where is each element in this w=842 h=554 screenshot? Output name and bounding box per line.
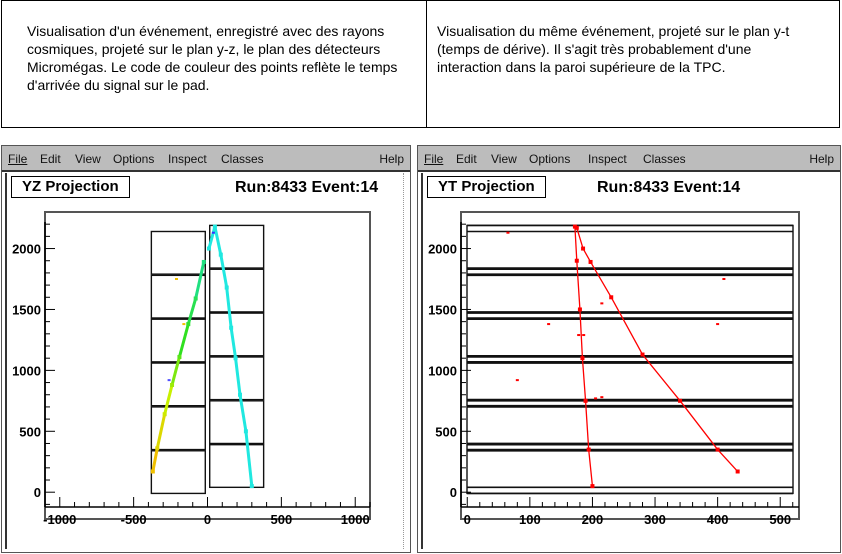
track-hit [206, 246, 211, 251]
menu-inspect[interactable]: Inspect [588, 152, 627, 166]
y-tick-label: 1500 [428, 302, 457, 317]
isolated-hit [167, 379, 171, 382]
isolated-hit [211, 231, 215, 234]
track-hit [155, 446, 160, 451]
track-hit [233, 356, 238, 361]
track-hit [580, 356, 585, 361]
x-tick-label: -500 [121, 512, 147, 527]
y-tick-label: 500 [19, 424, 41, 439]
track-hit [581, 246, 586, 251]
isolated-hit [716, 323, 720, 326]
track-hit [588, 259, 593, 264]
caption-yt: Visualisation du même événement, projeté… [437, 23, 790, 75]
menu-help[interactable]: Help [379, 152, 404, 166]
track-hit [715, 447, 720, 452]
isolated-hit [174, 278, 178, 281]
y-tick-label: 1000 [12, 363, 41, 378]
run-label-yt: Run:8433 Event:14 [597, 179, 741, 196]
y-tick-label: 1500 [12, 302, 41, 317]
track-hit [193, 296, 198, 301]
isolated-hit [515, 379, 519, 382]
caption-divider [426, 0, 427, 128]
menu-file-label: File [8, 152, 28, 166]
y-tick-label: 1000 [428, 363, 457, 378]
x-tick-label: 400 [707, 512, 729, 527]
menu-help[interactable]: Help [809, 152, 834, 166]
track-hit [212, 224, 217, 229]
isolated-hit [182, 323, 186, 326]
run-label-yz: Run:8433 Event:14 [235, 179, 379, 196]
track-hit [238, 392, 242, 397]
plot-canvas-yz[interactable]: 0 500 1000 1500 2000 -1000 -500 0 500 1000 YZ Pro… [5, 173, 407, 549]
x-tick-label: 300 [644, 512, 666, 527]
isolated-hit [577, 334, 581, 337]
track-hit [243, 429, 248, 434]
plot-frame [44, 211, 371, 520]
x-tick-label: 500 [271, 512, 293, 527]
menu-options[interactable]: Options [113, 152, 154, 166]
track-hit [218, 252, 223, 257]
menubar: File Edit View Options Inspect Classes H… [418, 146, 840, 172]
track-hit [574, 258, 579, 263]
track-hit [735, 469, 740, 474]
caption-yz: Visualisation d'un événement, enregistré… [27, 23, 398, 93]
isolated-hit [594, 397, 598, 400]
x-tick-label: 1000 [341, 512, 370, 527]
menu-classes[interactable]: Classes [221, 152, 264, 166]
track-hit [162, 412, 167, 417]
yz-plot: 0 500 1000 1500 2000 -1000 -500 0 500 1000 [12, 211, 371, 527]
menu-file[interactable]: File [424, 152, 443, 166]
track-hit [177, 354, 182, 359]
y-tick-label: 0 [34, 485, 41, 500]
menu-edit[interactable]: Edit [40, 152, 61, 166]
y-tick-label: 2000 [428, 242, 457, 257]
track-hit [229, 325, 234, 330]
y-tick-label: 500 [435, 424, 457, 439]
y-tick-label: 2000 [12, 242, 41, 257]
track-hit [586, 447, 591, 452]
menu-view[interactable]: View [75, 152, 101, 166]
track-hit [640, 352, 645, 357]
x-tick-label: 0 [204, 512, 211, 527]
menu-inspect[interactable]: Inspect [168, 152, 207, 166]
isolated-hit [600, 396, 604, 399]
plot-canvas-yt[interactable]: 0 500 1000 1500 2000 0 100 200 300 400 500 YT Proj… [421, 173, 837, 549]
menubar: File Edit View Options Inspect Classes H… [2, 146, 410, 172]
track-hit [609, 295, 614, 300]
menu-view[interactable]: View [491, 152, 517, 166]
x-tick-label: -1000 [43, 512, 76, 527]
menu-edit[interactable]: Edit [456, 152, 477, 166]
canvas-window-yz: File Edit View Options Inspect Classes H… [1, 145, 411, 553]
x-tick-label: 0 [464, 512, 471, 527]
canvas-window-yt: File Edit View Options Inspect Classes H… [417, 145, 841, 553]
plot-title-yz: YZ Projection [11, 176, 130, 198]
track-hit [170, 382, 175, 387]
isolated-hit [722, 278, 726, 281]
menu-file-label: File [424, 152, 444, 166]
track-hit [186, 322, 191, 327]
isolated-hit [582, 334, 586, 337]
track-hit [150, 469, 155, 474]
track-hit [201, 259, 206, 264]
track-hit [249, 484, 254, 489]
isolated-hit [547, 323, 551, 326]
isolated-hit [600, 302, 604, 305]
x-tick-label: 500 [769, 512, 791, 527]
track-hit [224, 285, 229, 290]
menu-classes[interactable]: Classes [643, 152, 686, 166]
track-hit [583, 398, 588, 403]
plot-frame [460, 211, 800, 520]
y-tick-label: 0 [450, 485, 457, 500]
x-tick-label: 200 [582, 512, 604, 527]
plot-title-yt: YT Projection [427, 176, 546, 198]
isolated-hit [506, 231, 510, 234]
track-hit [590, 484, 595, 489]
yt-plot: 0 500 1000 1500 2000 0 100 200 300 400 500 [428, 211, 800, 527]
track-hit [574, 225, 579, 230]
x-tick-label: 100 [519, 512, 541, 527]
menu-file[interactable]: File [8, 152, 27, 166]
menu-options[interactable]: Options [529, 152, 570, 166]
track-hit [678, 398, 683, 403]
track-hit [577, 307, 582, 312]
